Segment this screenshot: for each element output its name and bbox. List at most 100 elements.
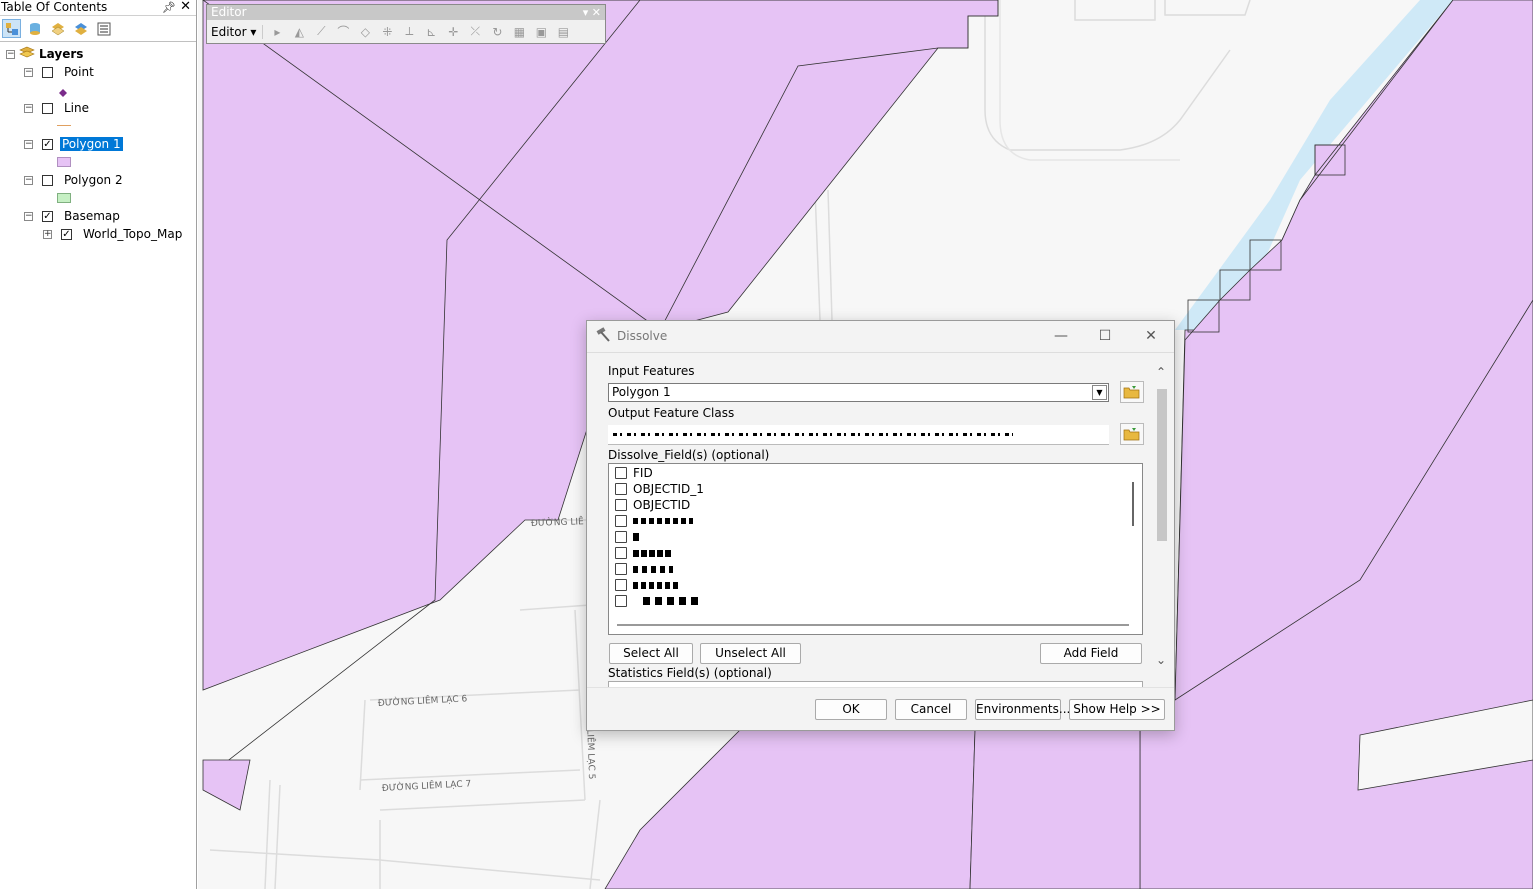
create-features-icon[interactable]: ▤ <box>555 24 571 40</box>
minimize-icon[interactable]: — <box>1046 326 1076 346</box>
sketch-tools-icon[interactable]: ◇ <box>357 24 373 40</box>
show-help-button[interactable]: Show Help >> <box>1069 699 1165 720</box>
field-checkbox[interactable] <box>615 483 627 495</box>
footer-divider <box>587 687 1174 688</box>
field-checkbox[interactable] <box>615 467 627 479</box>
select-all-button[interactable]: Select All <box>609 643 693 664</box>
unselect-all-button[interactable]: Unselect All <box>700 643 801 664</box>
list-item[interactable]: OBJECTID <box>615 497 690 513</box>
list-item[interactable] <box>615 513 693 529</box>
close-icon[interactable]: ✕ <box>1136 326 1166 346</box>
edit-vertices-icon[interactable]: ⟂ <box>401 24 417 40</box>
maximize-icon[interactable]: ☐ <box>1090 326 1120 346</box>
redacted-field-label <box>633 565 673 573</box>
list-item[interactable]: FID <box>615 465 653 481</box>
attributes-icon[interactable]: ▦ <box>511 24 527 40</box>
input-features-combo[interactable]: Polygon 1 ▼ <box>608 383 1109 402</box>
layer-checkbox[interactable]: ✓ <box>42 138 53 150</box>
list-item[interactable] <box>615 577 681 593</box>
arc-segment-icon[interactable]: ⌒ <box>335 24 351 40</box>
layer-checkbox[interactable]: ✓ <box>42 210 53 222</box>
trace-icon[interactable]: ⁜ <box>379 24 395 40</box>
pin-icon[interactable]: 📌︎ <box>162 0 176 15</box>
layer-label: Basemap <box>64 209 120 223</box>
tree-root[interactable]: − Layers <box>6 45 85 63</box>
list-by-source-icon[interactable] <box>25 19 44 38</box>
dialog-title: Dissolve <box>617 329 668 343</box>
field-checkbox[interactable] <box>615 595 627 607</box>
list-item[interactable] <box>615 529 639 545</box>
field-checkbox[interactable] <box>615 563 627 575</box>
scroll-up-icon[interactable]: ⌃ <box>1156 365 1166 379</box>
list-item[interactable] <box>615 593 703 609</box>
list-by-drawing-order-icon[interactable] <box>2 19 21 38</box>
list-by-selection-icon[interactable] <box>71 19 90 38</box>
input-features-value: Polygon 1 <box>612 385 671 399</box>
layer-checkbox[interactable] <box>42 102 53 114</box>
editor-menu[interactable]: Editor ▾ <box>211 24 264 39</box>
environments-button[interactable]: Environments... <box>975 699 1070 720</box>
dissolve-fields-list[interactable]: FID OBJECTID_1 OBJECTID <box>608 463 1143 635</box>
polygon2-symbol <box>57 193 71 203</box>
dropdown-arrow-icon[interactable]: ▼ <box>1092 385 1107 400</box>
editor-toolbar: Editor ▾ ✕ Editor ▾ ▸ ◭ ⟋ ⌒ ◇ ⁜ ⟂ ⊾ ✛ ⤫ … <box>206 4 606 44</box>
sketch-properties-icon[interactable]: ▣ <box>533 24 549 40</box>
scrollbar-thumb[interactable] <box>1157 389 1167 541</box>
toc-title: Table Of Contents <box>1 0 108 14</box>
list-vertical-scrollbar[interactable] <box>1132 482 1134 526</box>
layer-row-polygon-1[interactable]: − ✓ Polygon 1 <box>24 135 123 153</box>
layer-row-polygon-2[interactable]: − Polygon 2 <box>24 171 125 189</box>
layer-checkbox[interactable] <box>42 66 53 78</box>
list-by-visibility-icon[interactable] <box>48 19 67 38</box>
collapse-icon[interactable]: − <box>24 175 33 185</box>
straight-segment-icon[interactable]: ⟋ <box>313 24 329 40</box>
field-checkbox[interactable] <box>615 547 627 559</box>
list-item[interactable] <box>615 561 673 577</box>
horizontal-scrollbar[interactable] <box>617 624 1129 626</box>
cut-polygons-icon[interactable]: ✛ <box>445 24 461 40</box>
field-checkbox[interactable] <box>615 499 627 511</box>
scroll-down-icon[interactable]: ⌄ <box>1156 653 1166 667</box>
options-icon[interactable] <box>94 19 113 38</box>
layer-label: Polygon 1 <box>60 137 123 151</box>
split-icon[interactable]: ⤫ <box>467 24 483 40</box>
point-symbol <box>59 86 67 100</box>
edit-annotation-icon[interactable]: ◭ <box>291 24 307 40</box>
list-item[interactable] <box>615 545 673 561</box>
layer-row-point[interactable]: − Point <box>24 63 96 81</box>
editor-toolbar-controls[interactable]: ▾ ✕ <box>583 5 601 20</box>
input-features-label: Input Features <box>608 364 695 378</box>
browse-folder-icon[interactable] <box>1120 381 1144 403</box>
layer-row-basemap[interactable]: − ✓ Basemap <box>24 207 122 225</box>
layer-row-world-topo-map[interactable]: + ✓ World_Topo_Map <box>43 225 184 243</box>
collapse-icon[interactable]: − <box>24 139 33 149</box>
dissolve-fields-label: Dissolve_Field(s) (optional) <box>608 448 770 462</box>
dialog-titlebar[interactable]: Dissolve — ☐ ✕ <box>587 321 1174 353</box>
rotate-icon[interactable]: ↻ <box>489 24 505 40</box>
cancel-button[interactable]: Cancel <box>895 699 967 720</box>
layer-checkbox[interactable] <box>42 174 53 186</box>
reshape-icon[interactable]: ⊾ <box>423 24 439 40</box>
output-feature-class-input[interactable] <box>608 425 1109 445</box>
close-icon[interactable]: ✕ <box>180 0 191 14</box>
edit-tool-icon[interactable]: ▸ <box>269 24 285 40</box>
dialog-scrollbar[interactable]: ⌃ ⌄ <box>1154 363 1170 675</box>
add-field-button[interactable]: Add Field <box>1040 643 1142 664</box>
layer-row-line[interactable]: − Line <box>24 99 91 117</box>
expand-icon[interactable]: + <box>43 229 52 239</box>
polygon1-symbol <box>57 157 71 167</box>
collapse-icon[interactable]: − <box>24 103 33 113</box>
collapse-icon[interactable]: − <box>24 67 33 77</box>
field-checkbox[interactable] <box>615 579 627 591</box>
layer-checkbox[interactable]: ✓ <box>61 228 72 240</box>
field-checkbox[interactable] <box>615 531 627 543</box>
toc-toolbar <box>0 16 196 42</box>
field-checkbox[interactable] <box>615 515 627 527</box>
collapse-icon[interactable]: − <box>6 49 15 59</box>
ok-button[interactable]: OK <box>815 699 887 720</box>
list-item[interactable]: OBJECTID_1 <box>615 481 704 497</box>
collapse-icon[interactable]: − <box>24 211 33 221</box>
field-label: OBJECTID_1 <box>633 482 704 496</box>
browse-folder-icon[interactable] <box>1120 423 1144 445</box>
layers-icon <box>19 46 35 63</box>
